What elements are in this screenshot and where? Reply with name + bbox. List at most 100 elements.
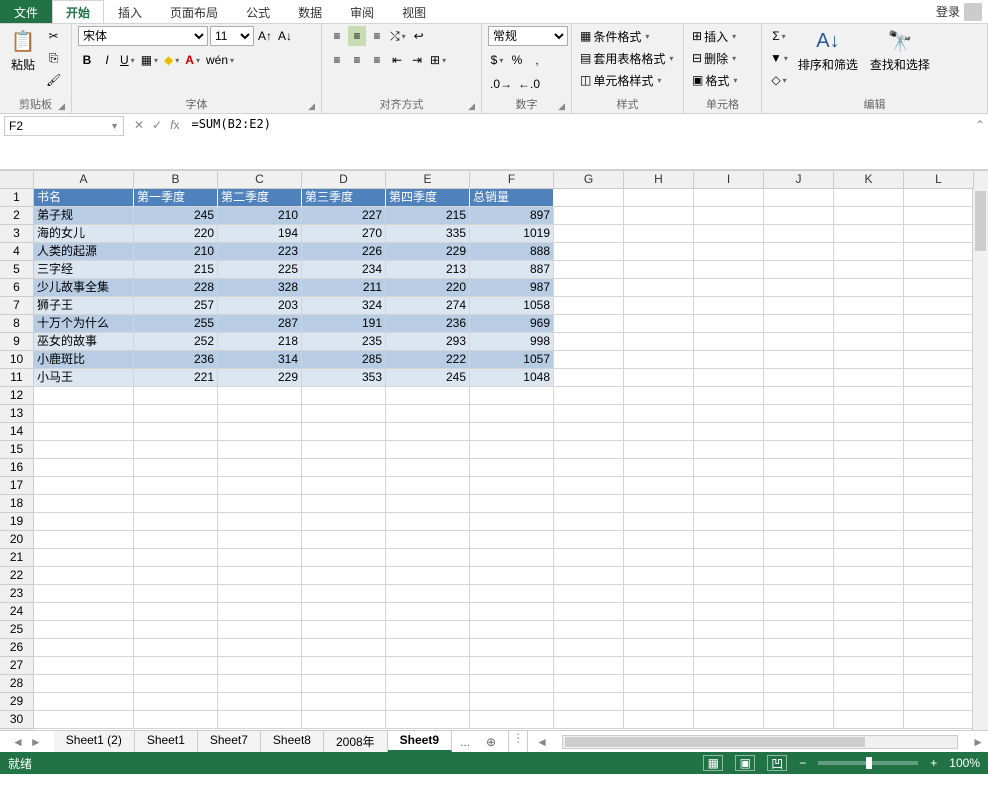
- cell[interactable]: [134, 423, 218, 441]
- cell[interactable]: [218, 531, 302, 549]
- cell[interactable]: [694, 567, 764, 585]
- cell[interactable]: [764, 441, 834, 459]
- cell[interactable]: [554, 225, 624, 243]
- cell[interactable]: [34, 387, 134, 405]
- format-as-table-button[interactable]: ▤ 套用表格格式: [578, 48, 675, 68]
- cell[interactable]: [218, 675, 302, 693]
- italic-button[interactable]: I: [98, 50, 116, 70]
- cell[interactable]: [134, 657, 218, 675]
- cell[interactable]: [834, 333, 904, 351]
- cell[interactable]: 1019: [470, 225, 554, 243]
- cell[interactable]: [834, 189, 904, 207]
- vertical-scrollbar[interactable]: [972, 189, 988, 730]
- cell[interactable]: 213: [386, 261, 470, 279]
- wrap-text-button[interactable]: ↩: [410, 26, 428, 46]
- row-header[interactable]: 2: [0, 207, 34, 225]
- cell[interactable]: [554, 657, 624, 675]
- cell[interactable]: [904, 189, 974, 207]
- cell[interactable]: 270: [302, 225, 386, 243]
- cell[interactable]: [34, 513, 134, 531]
- cell[interactable]: 203: [218, 297, 302, 315]
- merge-button[interactable]: ⊞: [428, 50, 448, 70]
- cell[interactable]: 314: [218, 351, 302, 369]
- zoom-level[interactable]: 100%: [949, 756, 980, 770]
- fill-color-button[interactable]: ◆: [162, 50, 181, 70]
- column-header[interactable]: H: [624, 171, 694, 189]
- align-left-button[interactable]: ≡: [328, 50, 346, 70]
- zoom-slider[interactable]: [818, 761, 918, 765]
- cell[interactable]: [470, 585, 554, 603]
- row-header[interactable]: 12: [0, 387, 34, 405]
- zoom-in-button[interactable]: +: [930, 756, 937, 770]
- cell[interactable]: [764, 315, 834, 333]
- cell[interactable]: [764, 459, 834, 477]
- cell[interactable]: 255: [134, 315, 218, 333]
- cell[interactable]: [34, 585, 134, 603]
- cell[interactable]: [834, 531, 904, 549]
- page-layout-view-button[interactable]: ▣: [735, 755, 755, 771]
- sheet-tab[interactable]: Sheet1: [135, 731, 198, 752]
- cell[interactable]: [554, 603, 624, 621]
- cell[interactable]: [34, 549, 134, 567]
- cell[interactable]: 969: [470, 315, 554, 333]
- cell[interactable]: [904, 333, 974, 351]
- font-color-button[interactable]: A: [183, 50, 202, 70]
- cell[interactable]: [470, 405, 554, 423]
- cell[interactable]: [134, 495, 218, 513]
- cell[interactable]: 218: [218, 333, 302, 351]
- cell[interactable]: [904, 405, 974, 423]
- cell[interactable]: [34, 603, 134, 621]
- cell[interactable]: [386, 639, 470, 657]
- cell[interactable]: 221: [134, 369, 218, 387]
- row-header[interactable]: 22: [0, 567, 34, 585]
- cell[interactable]: [34, 405, 134, 423]
- zoom-out-button[interactable]: −: [799, 756, 806, 770]
- cell[interactable]: [218, 603, 302, 621]
- cell[interactable]: [134, 387, 218, 405]
- cell[interactable]: [34, 621, 134, 639]
- cell[interactable]: [764, 189, 834, 207]
- cell[interactable]: [554, 675, 624, 693]
- cell[interactable]: [694, 459, 764, 477]
- sheet-tab[interactable]: Sheet1 (2): [54, 731, 135, 752]
- cell[interactable]: 888: [470, 243, 554, 261]
- cell[interactable]: [554, 333, 624, 351]
- cell[interactable]: [904, 297, 974, 315]
- cell[interactable]: [624, 243, 694, 261]
- cell[interactable]: [904, 513, 974, 531]
- row-header[interactable]: 30: [0, 711, 34, 729]
- cell[interactable]: [302, 657, 386, 675]
- cell[interactable]: [764, 405, 834, 423]
- cell[interactable]: [834, 675, 904, 693]
- cell[interactable]: 287: [218, 315, 302, 333]
- cell[interactable]: [694, 711, 764, 729]
- cell[interactable]: [834, 549, 904, 567]
- cell[interactable]: [834, 441, 904, 459]
- cell[interactable]: 总销量: [470, 189, 554, 207]
- tab-file[interactable]: 文件: [0, 0, 52, 23]
- cell[interactable]: [470, 495, 554, 513]
- cell[interactable]: [554, 549, 624, 567]
- cell[interactable]: 小鹿斑比: [34, 351, 134, 369]
- column-header[interactable]: D: [302, 171, 386, 189]
- cell[interactable]: [470, 531, 554, 549]
- decrease-font-button[interactable]: A↓: [276, 26, 294, 46]
- cell[interactable]: [34, 477, 134, 495]
- cell[interactable]: 210: [134, 243, 218, 261]
- cell[interactable]: [624, 657, 694, 675]
- column-header[interactable]: F: [470, 171, 554, 189]
- column-header[interactable]: I: [694, 171, 764, 189]
- cell[interactable]: 三字经: [34, 261, 134, 279]
- cell[interactable]: [834, 567, 904, 585]
- cell[interactable]: [470, 567, 554, 585]
- login-button[interactable]: 登录: [930, 0, 988, 23]
- cell[interactable]: [764, 639, 834, 657]
- cell[interactable]: [134, 513, 218, 531]
- cell[interactable]: [904, 549, 974, 567]
- cell[interactable]: [386, 657, 470, 675]
- cell[interactable]: [386, 477, 470, 495]
- cell[interactable]: [764, 693, 834, 711]
- underline-button[interactable]: U: [118, 50, 137, 70]
- dialog-launcher-icon[interactable]: ◢: [468, 101, 475, 112]
- cell[interactable]: [694, 639, 764, 657]
